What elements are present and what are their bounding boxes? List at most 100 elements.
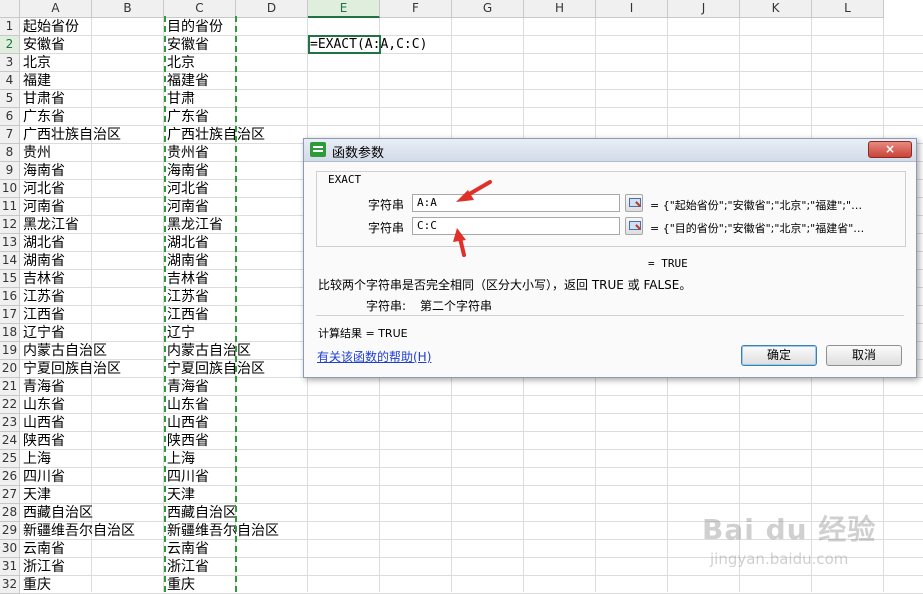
cell-c[interactable]: 北京 [164, 54, 195, 72]
cell-a[interactable]: 青海省 [20, 378, 65, 396]
row-header[interactable]: 6 [0, 108, 20, 126]
column-header-i[interactable]: I [596, 0, 668, 18]
column-header-j[interactable]: J [668, 0, 740, 18]
row-header[interactable]: 14 [0, 252, 20, 270]
column-header-b[interactable]: B [92, 0, 164, 18]
row-header[interactable]: 3 [0, 54, 20, 72]
cell-c[interactable]: 青海省 [164, 378, 209, 396]
cell-c[interactable]: 湖北省 [164, 234, 209, 252]
cell-a[interactable]: 西藏自治区 [20, 504, 93, 522]
row-header[interactable]: 11 [0, 198, 20, 216]
row-header[interactable]: 20 [0, 360, 20, 378]
arg1-input[interactable]: A:A [412, 194, 620, 212]
row-header[interactable]: 25 [0, 450, 20, 468]
cell-c[interactable]: 甘肃 [164, 90, 195, 108]
cell-a[interactable]: 北京 [20, 54, 51, 72]
cell-a[interactable]: 湖南省 [20, 252, 65, 270]
column-header-c[interactable]: C [164, 0, 236, 18]
cell-c[interactable]: 辽宁 [164, 324, 195, 342]
row-header[interactable]: 9 [0, 162, 20, 180]
row-header[interactable]: 24 [0, 432, 20, 450]
cell-a[interactable]: 贵州 [20, 144, 51, 162]
cell-a[interactable]: 黑龙江省 [20, 216, 79, 234]
row-header[interactable]: 16 [0, 288, 20, 306]
cell-c[interactable]: 内蒙古自治区 [164, 342, 251, 360]
cell-a[interactable]: 陕西省 [20, 432, 65, 450]
row-header[interactable]: 15 [0, 270, 20, 288]
row-header[interactable]: 7 [0, 126, 20, 144]
dialog-titlebar[interactable]: 函数参数 × [304, 139, 916, 162]
row-header[interactable]: 22 [0, 396, 20, 414]
cell-c[interactable]: 贵州省 [164, 144, 209, 162]
cell-c[interactable]: 广东省 [164, 108, 209, 126]
column-header-a[interactable]: A [20, 0, 92, 18]
cell-a[interactable]: 江西省 [20, 306, 65, 324]
cell-c[interactable]: 陕西省 [164, 432, 209, 450]
cell-c[interactable]: 宁夏回族自治区 [164, 360, 265, 378]
row-header[interactable]: 1 [0, 18, 20, 36]
cell-c[interactable]: 河南省 [164, 198, 209, 216]
cell-a[interactable]: 山东省 [20, 396, 65, 414]
cell-a[interactable]: 新疆维吾尔自治区 [20, 522, 135, 540]
row-header[interactable]: 28 [0, 504, 20, 522]
cell-a[interactable]: 起始省份 [20, 18, 79, 36]
cell-a[interactable]: 广西壮族自治区 [20, 126, 121, 144]
cell-a[interactable]: 吉林省 [20, 270, 65, 288]
row-header[interactable]: 21 [0, 378, 20, 396]
row-header[interactable]: 12 [0, 216, 20, 234]
row-header[interactable]: 23 [0, 414, 20, 432]
cell-a[interactable]: 河南省 [20, 198, 65, 216]
cell-c[interactable]: 河北省 [164, 180, 209, 198]
cell-c[interactable]: 浙江省 [164, 558, 209, 576]
cell-c[interactable]: 吉林省 [164, 270, 209, 288]
cell-c[interactable]: 山西省 [164, 414, 209, 432]
range-picker-icon[interactable] [625, 194, 643, 212]
row-header[interactable]: 10 [0, 180, 20, 198]
cell-a[interactable]: 山西省 [20, 414, 65, 432]
arg2-input[interactable]: C:C [412, 217, 620, 235]
column-header-f[interactable]: F [380, 0, 452, 18]
row-header[interactable]: 13 [0, 234, 20, 252]
cell-c[interactable]: 上海 [164, 450, 195, 468]
row-header[interactable]: 26 [0, 468, 20, 486]
help-link[interactable]: 有关该函数的帮助(H) [317, 348, 431, 365]
row-header[interactable]: 4 [0, 72, 20, 90]
cell-c[interactable]: 福建省 [164, 72, 209, 90]
column-header-e[interactable]: E [308, 0, 380, 18]
cell-a[interactable]: 重庆 [20, 576, 51, 594]
column-header-g[interactable]: G [452, 0, 524, 18]
row-header[interactable]: 18 [0, 324, 20, 342]
close-button[interactable]: × [868, 141, 912, 158]
cell-a[interactable]: 内蒙古自治区 [20, 342, 107, 360]
column-header-k[interactable]: K [740, 0, 812, 18]
cell-a[interactable]: 天津 [20, 486, 51, 504]
cell-c[interactable]: 湖南省 [164, 252, 209, 270]
cancel-button[interactable]: 取消 [826, 345, 902, 366]
cell-a[interactable]: 河北省 [20, 180, 65, 198]
cell-a[interactable]: 江苏省 [20, 288, 65, 306]
cell-a[interactable]: 安徽省 [20, 36, 65, 54]
cell-c[interactable]: 目的省份 [164, 18, 223, 36]
cell-a[interactable]: 云南省 [20, 540, 65, 558]
cell-a[interactable]: 上海 [20, 450, 51, 468]
select-all-corner[interactable] [0, 0, 20, 18]
cell-c[interactable]: 广西壮族自治区 [164, 126, 265, 144]
cell-a[interactable]: 湖北省 [20, 234, 65, 252]
cell-c[interactable]: 西藏自治区 [164, 504, 237, 522]
row-header[interactable]: 27 [0, 486, 20, 504]
cell-a[interactable]: 浙江省 [20, 558, 65, 576]
cell-c[interactable]: 海南省 [164, 162, 209, 180]
cell-c[interactable]: 新疆维吾尔自治区 [164, 522, 279, 540]
cell-a[interactable]: 辽宁省 [20, 324, 65, 342]
cell-c[interactable]: 重庆 [164, 576, 195, 594]
cell-a[interactable]: 甘肃省 [20, 90, 65, 108]
row-header[interactable]: 29 [0, 522, 20, 540]
range-picker-icon[interactable] [625, 217, 643, 235]
row-header[interactable]: 32 [0, 576, 20, 594]
cell-c[interactable]: 江西省 [164, 306, 209, 324]
cell-c[interactable]: 江苏省 [164, 288, 209, 306]
cell-c[interactable]: 安徽省 [164, 36, 209, 54]
cell-a[interactable]: 福建 [20, 72, 51, 90]
column-header-d[interactable]: D [236, 0, 308, 18]
column-header-l[interactable]: L [812, 0, 884, 18]
